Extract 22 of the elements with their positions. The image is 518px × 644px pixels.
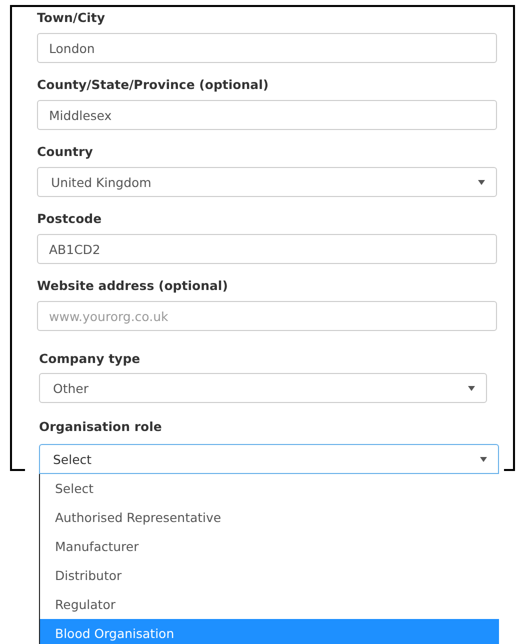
select-field[interactable]: Select xyxy=(39,444,499,474)
field-label: Country xyxy=(37,143,94,161)
dropdown-option[interactable]: Regulator xyxy=(40,590,499,619)
input-field[interactable]: AB1CD2 xyxy=(37,234,497,264)
caret-icon xyxy=(478,180,485,184)
field-label: Website address (optional) xyxy=(37,277,229,295)
caret-icon xyxy=(468,386,475,390)
dropdown-option[interactable]: Authorised Representative xyxy=(40,503,499,532)
input-field[interactable]: London xyxy=(37,33,497,63)
select-field[interactable]: Other xyxy=(39,373,487,403)
caret-icon xyxy=(480,456,487,462)
field-label: Organisation role xyxy=(39,418,163,436)
field-label: Company type xyxy=(39,350,142,368)
select-field[interactable]: United Kingdom xyxy=(37,167,497,197)
field-label: Postcode xyxy=(37,210,103,228)
dropdown-option[interactable]: Select xyxy=(40,474,499,503)
field-label: County/State/Province (optional) xyxy=(37,76,270,94)
input-field[interactable]: www.yourorg.co.uk xyxy=(37,301,497,331)
input-field[interactable]: Middlesex xyxy=(37,100,497,130)
dropdown-option[interactable]: Distributor xyxy=(40,561,499,590)
field-label: Town/City xyxy=(37,9,106,27)
dropdown-option[interactable]: Manufacturer xyxy=(40,532,499,561)
